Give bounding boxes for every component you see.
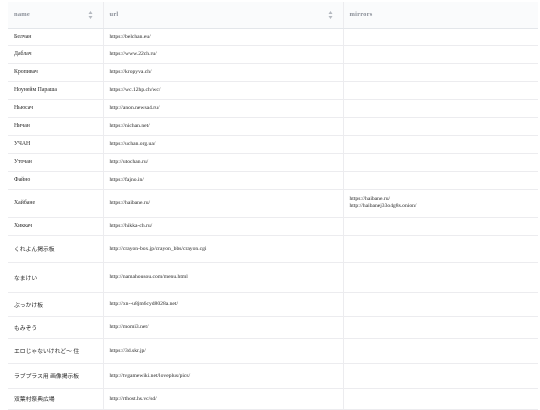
cell-url-link[interactable]: http://anon.newsa4.ru/ [103,99,344,118]
table-row: Файно https://fajno.in/ [8,171,538,190]
cell-mirrors [343,363,538,389]
table-row: Уточан http://utochan.ru/ [8,153,538,172]
table-row: なまけい http://namahousou.com/menu.html [8,262,538,293]
cell-name: Даблач [8,45,104,64]
column-header-name[interactable]: name [8,2,104,29]
cell-mirrors [343,135,538,154]
cell-name: УЧАН [8,135,104,154]
table-row: Ноунейм Параша https://wc.12hp.ch/wc/ [8,81,538,100]
cell-mirrors [343,171,538,190]
cell-url-link[interactable]: http://momi3.net/ [103,316,344,339]
cell-name: Хиккач [8,217,104,236]
cell-name: Кропивач [8,63,104,82]
table-row: Ньюсач http://anon.newsa4.ru/ [8,99,538,118]
cell-name: Белчан [8,28,104,46]
cell-url-link[interactable]: http://namahousou.com/menu.html [103,262,344,293]
table-row: ラブプラス用 画像掲示板 http://tvgamewiki.net/lovepl… [8,363,538,389]
table-row: エロじゃないけれど〜 住 https://3d.skr.jp/ [8,338,538,364]
header-row: name url mirrors [8,2,538,29]
cell-mirrors [343,81,538,100]
cell-name: Ньюсач [8,99,104,118]
table-row: Даблач https://www.22ch.ru/ [8,45,538,64]
cell-name: くれよん掲示板 [8,235,104,263]
cell-name: なまけい [8,262,104,293]
cell-url-link[interactable]: https://nichan.net/ [103,117,344,136]
cell-url-link[interactable]: http://xn--u8jm6cyd8028a.net/ [103,292,344,317]
cell-mirrors [343,217,538,236]
cell-name: エロじゃないけれど〜 住 [8,338,104,364]
table-row: もみぞう http://momi3.net/ [8,316,538,339]
cell-mirrors: https://haibane.ru/http://haibanej33o4g8… [343,189,538,218]
table-row: Белчан https://belchan.eu/ [8,28,538,46]
cell-mirrors [343,388,538,410]
cell-mirrors [343,235,538,263]
cell-url-link[interactable]: https://3d.skr.jp/ [103,338,344,364]
column-header-label: mirrors [349,11,373,19]
table-row: Хайбане https://haibane.ru/https://haiban… [8,189,538,218]
cell-name: Хайбане [8,189,104,218]
table-row: Кропивач https://kropyva.ch/ [8,63,538,82]
sort-icon[interactable] [88,10,93,20]
table-row: くれよん掲示板 http://crayon-box.jp/crayon_bbs/c… [8,235,538,263]
cell-url-link[interactable]: https://fajno.in/ [103,171,344,190]
table-header: name url mirrors [8,2,538,29]
table-row: Хиккач https://hikka-ch.ru/ [8,217,538,236]
sort-icon[interactable] [328,10,333,20]
mirror-link[interactable]: http://haibanej33o4g8s.onion/ [350,203,533,210]
mirror-link[interactable]: https://haibane.ru/ [350,196,533,203]
cell-mirrors [343,117,538,136]
cell-mirrors [343,316,538,339]
column-header-mirrors: mirrors [343,2,538,29]
cell-url-link[interactable]: https://kropyva.ch/ [103,63,344,82]
column-header-label: url [109,11,119,19]
cell-url-link[interactable]: https://www.22ch.ru/ [103,45,344,64]
cell-mirrors [343,338,538,364]
imageboard-table: name url mirrors Белчан https://belchan.… [8,2,538,410]
cell-name: 双葉村祭典広場 [8,388,104,410]
cell-name: もみぞう [8,316,104,339]
cell-mirrors [343,28,538,46]
cell-url-link[interactable]: http://rthost.hs.vc/sd/ [103,388,344,410]
cell-url-link[interactable]: http://crayon-box.jp/crayon_bbs/crayon.c… [103,235,344,263]
table-row: УЧАН https://uchan.org.ua/ [8,135,538,154]
column-header-url[interactable]: url [103,2,344,29]
cell-mirrors [343,262,538,293]
cell-url-link[interactable]: http://utochan.ru/ [103,153,344,172]
cell-url-link[interactable]: https://haibane.ru/ [103,189,344,218]
table-row: ぶっかけ板 http://xn--u8jm6cyd8028a.net/ [8,292,538,317]
table-row: 双葉村祭典広場 http://rthost.hs.vc/sd/ [8,388,538,410]
table-row: Ничан https://nichan.net/ [8,117,538,136]
cell-mirrors [343,99,538,118]
table-body: Белчан https://belchan.eu/Даблач https://w… [8,28,538,410]
cell-url-link[interactable]: https://belchan.eu/ [103,28,344,46]
cell-name: ラブプラス用 画像掲示板 [8,363,104,389]
cell-name: Уточан [8,153,104,172]
cell-url-link[interactable]: http://tvgamewiki.net/loveplus/pics/ [103,363,344,389]
cell-name: Ноунейм Параша [8,81,104,100]
cell-url-link[interactable]: https://hikka-ch.ru/ [103,217,344,236]
cell-name: Ничан [8,117,104,136]
cell-name: ぶっかけ板 [8,292,104,317]
cell-mirrors [343,292,538,317]
cell-mirrors [343,153,538,172]
cell-name: Файно [8,171,104,190]
cell-url-link[interactable]: https://wc.12hp.ch/wc/ [103,81,344,100]
column-header-label: name [14,11,30,19]
data-table-container: name url mirrors Белчан https://belchan.… [8,2,538,410]
cell-mirrors [343,45,538,64]
cell-url-link[interactable]: https://uchan.org.ua/ [103,135,344,154]
cell-mirrors [343,63,538,82]
